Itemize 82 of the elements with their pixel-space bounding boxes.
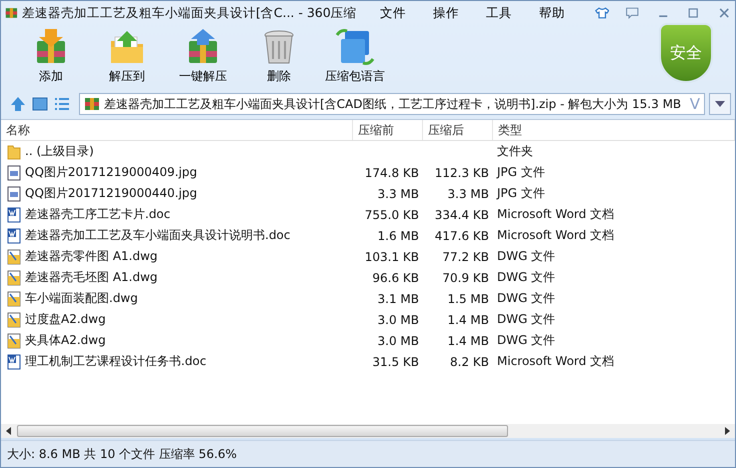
size-cell-text: 755.0 KB [364,208,420,222]
file-name-cell: 车小端面装配图.dwg [1,290,353,307]
toolbar-button[interactable]: 添加 [13,25,89,85]
size-cell-text: 3.0 MB [376,334,420,348]
compressed-size-cell-text: 77.2 KB [441,250,490,264]
drawing-file-icon [6,332,22,348]
compressed-size-cell-text: 8.2 KB [449,354,490,368]
size-cell-text: 103.1 KB [364,250,420,264]
toolbar-button[interactable]: 删除 [241,25,317,85]
address-field[interactable]: 差速器壳加工工艺及粗车小端面夹具设计[含CAD图纸，工艺工序过程卡，说明书].zip - 解包大小为 15.3 MB V [79,93,705,115]
up-arrow-icon[interactable] [9,95,27,113]
size-cell-text: 31.5 KB [371,354,420,368]
thumbnail-view-icon[interactable] [31,95,49,113]
size-cell-text: 3.1 MB [376,292,420,306]
file-name-cell: QQ图片20171219000440.jpg [1,185,353,202]
archive-icon [84,96,100,112]
type-cell-text: JPG 文件 [495,185,546,202]
feedback-icon[interactable] [625,5,640,21]
type-cell-text: JPG 文件 [495,164,546,181]
horizontal-scrollbar[interactable] [1,424,735,438]
scroll-left-icon[interactable] [5,427,13,435]
type-cell-text: DWG 文件 [496,332,556,349]
toolbar-button[interactable]: 压缩包语言 [317,25,393,85]
column-header[interactable]: 名称 [1,120,353,140]
menu-item[interactable]: 帮助 [526,4,579,22]
menu-item[interactable]: 操作 [420,4,473,22]
file-name-cell: 差速器壳毛坯图 A1.dwg [1,269,353,286]
type-cell-text: 文件夹 [496,143,534,160]
file-name-cell: 差速器壳零件图 A1.dwg [1,248,353,265]
file-name-cell: QQ图片20171219000409.jpg [1,164,353,181]
file-name-cell: .. (上级目录) [1,143,353,160]
file-name-cell: 过度盘A2.dwg [1,311,353,328]
status-text: 大小: 8.6 MB 共 10 个文件 压缩率 56.6% [7,446,237,462]
compressed-size-cell-text: 70.9 KB [441,270,490,284]
file-name-cell: 理工机制工艺课程设计任务书.doc [1,353,353,370]
archive-icon [5,5,18,21]
scroll-right-icon[interactable] [723,427,731,435]
size-cell-text: 3.0 MB [376,312,420,326]
compressed-size-cell-text: 334.4 KB [434,208,490,222]
window-title: 差速器壳加工工艺及粗车小端面夹具设计[含C... - 360压缩 [22,4,357,22]
word-document-icon [6,354,22,370]
size-cell-text: 1.6 MB [376,228,420,242]
compressed-size-cell-text: 3.3 MB [446,186,490,200]
column-header[interactable]: 压缩前 [353,120,423,140]
shirt-icon[interactable] [594,5,610,21]
compressed-size-cell-text: 1.4 MB [446,334,490,348]
folder-icon [6,144,22,160]
menu-item[interactable]: 工具 [472,4,526,22]
drawing-file-icon [6,290,22,306]
drawing-file-icon [6,270,22,286]
image-file-icon [6,186,22,202]
size-cell-text: 3.3 MB [376,186,420,200]
type-cell-text: DWG 文件 [496,290,556,307]
compressed-size-cell-text: 112.3 KB [434,166,490,180]
type-cell-text: Microsoft Word 文档 [496,353,616,370]
type-cell-text: DWG 文件 [496,311,556,328]
compressed-size-cell-text: 1.4 MB [446,312,490,326]
list-view-icon[interactable] [53,95,71,113]
column-header[interactable]: 类型 [493,120,735,140]
toolbar-button[interactable]: 解压到 [89,25,165,85]
type-cell-text: DWG 文件 [496,248,556,265]
size-cell-text: 96.6 KB [371,270,420,284]
compressed-size-cell-text: 417.6 KB [434,228,490,242]
file-name-cell: 差速器壳加工工艺及车小端面夹具设计说明书.doc [1,227,353,244]
compressed-size-cell-text: 1.5 MB [446,292,490,306]
size-cell-text: 174.8 KB [364,166,420,180]
drawing-file-icon [6,248,22,264]
word-document-icon [6,228,22,244]
image-file-icon [6,164,22,180]
file-name-cell: 差速器壳工序工艺卡片.doc [1,206,353,223]
type-cell-text: Microsoft Word 文档 [496,227,616,244]
verified-mark: V [690,95,700,113]
caret-icon [715,101,725,107]
file-name-cell: 夹具体A2.dwg [1,332,353,349]
drawing-file-icon [6,312,22,328]
word-document-icon [6,206,22,222]
column-header[interactable]: 压缩后 [423,120,493,140]
type-cell-text: DWG 文件 [496,269,556,286]
dropdown-button[interactable] [709,93,731,115]
toolbar-button[interactable]: 一键解压 [165,25,241,85]
type-cell-text: Microsoft Word 文档 [496,206,616,223]
menu-item[interactable]: 文件 [366,4,420,22]
